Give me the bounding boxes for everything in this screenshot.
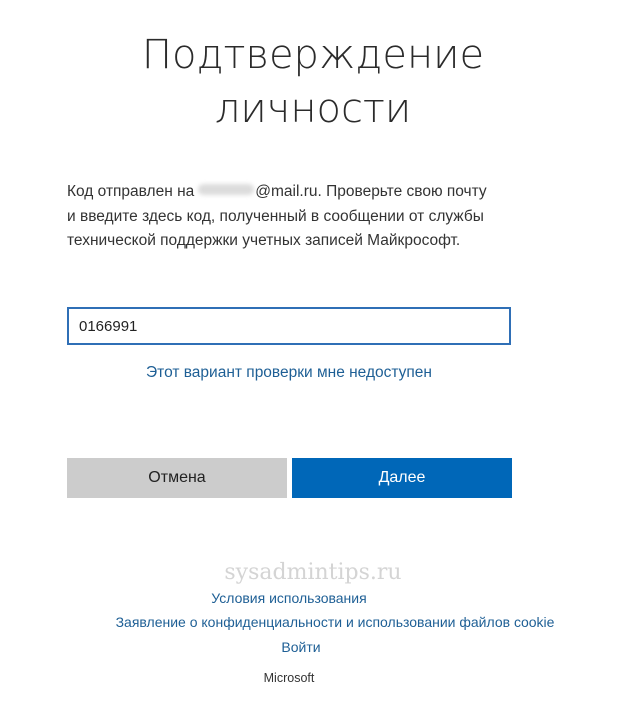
email-domain: @mail.ru: [255, 183, 318, 200]
code-input[interactable]: [67, 307, 511, 345]
verification-unavailable-link[interactable]: Этот вариант проверки мне недоступен: [0, 364, 578, 382]
privacy-cookies-link[interactable]: Заявление о конфиденциальности и использ…: [22, 614, 626, 630]
cancel-button[interactable]: Отмена: [67, 458, 287, 498]
page-title-line-2: личности: [214, 86, 412, 132]
next-button[interactable]: Далее: [292, 458, 512, 498]
sign-in-link[interactable]: Войти: [0, 639, 614, 655]
description-text: Код отправлен на @mail.ru. Проверьте свою…: [67, 180, 497, 254]
watermark: sysadmintips.ru: [224, 560, 402, 585]
description-prefix: Код отправлен на: [67, 183, 195, 200]
terms-of-use-link[interactable]: Условия использования: [0, 590, 602, 606]
microsoft-brand: Microsoft: [263, 671, 315, 685]
page-title: Подтверждение личности: [0, 28, 626, 136]
redacted-email-name: [198, 184, 255, 195]
page-title-line-1: Подтверждение: [141, 32, 485, 78]
